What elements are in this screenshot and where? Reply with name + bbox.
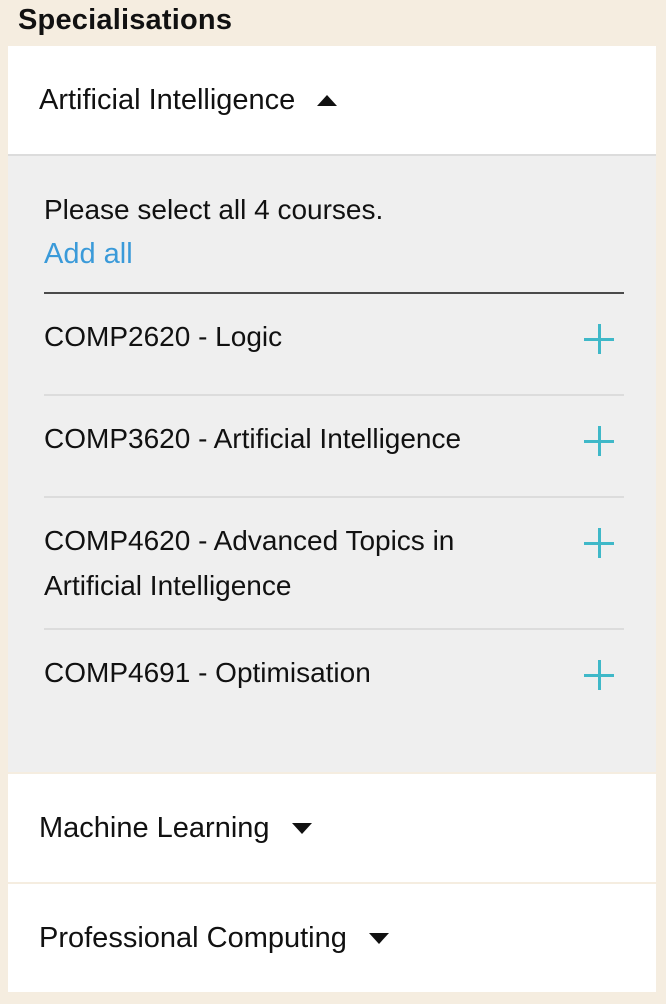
specialisation-header-professional-computing[interactable]: Professional Computing <box>8 884 656 992</box>
caret-down-icon <box>291 822 312 834</box>
course-list: COMP2620 - Logic COMP3620 - Artificial I… <box>44 294 624 732</box>
course-item: COMP3620 - Artificial Intelligence <box>44 396 624 498</box>
instructions-text: Please select all 4 courses. <box>44 194 384 225</box>
section-title: Specialisations <box>18 4 233 36</box>
caret-up-icon <box>317 94 338 106</box>
course-label: COMP3620 - Artificial Intelligence <box>44 423 462 454</box>
course-label: COMP4620 - Advanced Topics in Artificial… <box>44 525 455 601</box>
specialisation-panel-artificial-intelligence: Artificial Intelligence Please select al… <box>8 46 656 772</box>
specialisation-panel-machine-learning: Machine Learning <box>8 774 656 882</box>
specialisation-name: Artificial Intelligence <box>39 83 296 116</box>
specialisation-name: Machine Learning <box>39 811 270 844</box>
plus-icon[interactable] <box>584 528 616 560</box>
plus-icon[interactable] <box>584 660 616 692</box>
add-all-link[interactable]: Add all <box>44 238 133 271</box>
course-item: COMP4620 - Advanced Topics in Artificial… <box>44 498 624 630</box>
specialisation-panel-professional-computing: Professional Computing <box>8 884 656 992</box>
course-label: COMP4691 - Optimisation <box>44 657 371 688</box>
caret-down-icon <box>368 932 389 944</box>
plus-icon[interactable] <box>584 324 616 356</box>
plus-icon[interactable] <box>584 426 616 458</box>
specialisation-body: Please select all 4 courses. Add all COM… <box>8 154 656 772</box>
specialisation-header-machine-learning[interactable]: Machine Learning <box>8 774 656 882</box>
course-label: COMP2620 - Logic <box>44 321 283 352</box>
course-item: COMP4691 - Optimisation <box>44 630 624 732</box>
specialisation-header-artificial-intelligence[interactable]: Artificial Intelligence <box>8 46 656 154</box>
course-item: COMP2620 - Logic <box>44 294 624 396</box>
specialisation-name: Professional Computing <box>39 921 347 954</box>
